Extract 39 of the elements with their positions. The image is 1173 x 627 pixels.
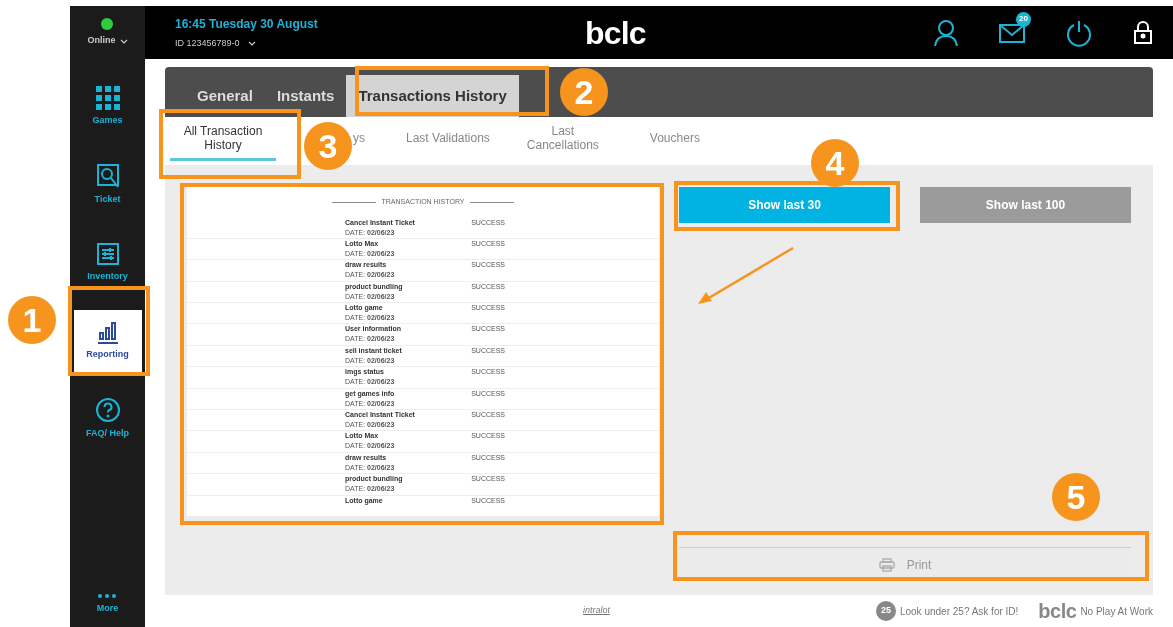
- sidebar-item[interactable]: Inventory: [73, 232, 142, 294]
- sub-tab[interactable]: Last Validations: [406, 117, 490, 161]
- sliders-icon: [95, 242, 120, 267]
- chevron-icon: [247, 41, 256, 46]
- status-dropdown[interactable]: Online: [87, 34, 128, 48]
- notification-badge: 20: [1016, 11, 1031, 27]
- sub-tab[interactable]: Vouchers: [649, 117, 700, 161]
- terminal-id-dropdown[interactable]: ID 123456789-0: [175, 36, 555, 51]
- grid-icon: [95, 86, 120, 111]
- user-icon[interactable]: [933, 18, 959, 47]
- more-button[interactable]: More: [96, 593, 119, 615]
- sidebar-item[interactable]: Reporting: [73, 310, 142, 372]
- slogan: No Play At Work: [1080, 604, 1153, 619]
- help-icon: [94, 397, 121, 424]
- date-time: 16:45 Tuesday 30 August: [175, 15, 319, 33]
- sidebar-item[interactable]: Games: [73, 76, 142, 138]
- age-check-text: Look under 25? Ask for ID!: [899, 604, 1019, 619]
- step-number-badge: 4: [811, 139, 859, 187]
- logo: bclc: [585, 16, 646, 49]
- sub-tab[interactable]: Last Cancellations: [522, 117, 603, 161]
- sidebar-item[interactable]: FAQ/ Help: [73, 388, 142, 450]
- footer-logo: bclc: [1038, 601, 1077, 621]
- vendor-logo: intralot: [583, 604, 610, 618]
- mail-icon[interactable]: [999, 21, 1025, 44]
- step-number-badge: 1: [8, 296, 56, 344]
- sidebar-item[interactable]: Ticket: [73, 154, 142, 216]
- lock-icon[interactable]: [1133, 20, 1153, 45]
- search-icon: [95, 163, 120, 190]
- bar-chart-icon: [95, 320, 120, 345]
- power-icon[interactable]: [1065, 18, 1093, 47]
- sub-tab[interactable]: ys: [353, 117, 365, 161]
- tab[interactable]: Instants: [264, 75, 347, 117]
- dots-icon: [98, 593, 117, 598]
- tab[interactable]: General: [185, 75, 265, 117]
- chevron-icon: [119, 38, 128, 44]
- step-number-badge: 3: [304, 122, 352, 170]
- age-badge-icon: 25: [875, 601, 896, 621]
- sub-tab[interactable]: All Transaction History: [170, 117, 276, 161]
- printer-icon: [878, 557, 895, 572]
